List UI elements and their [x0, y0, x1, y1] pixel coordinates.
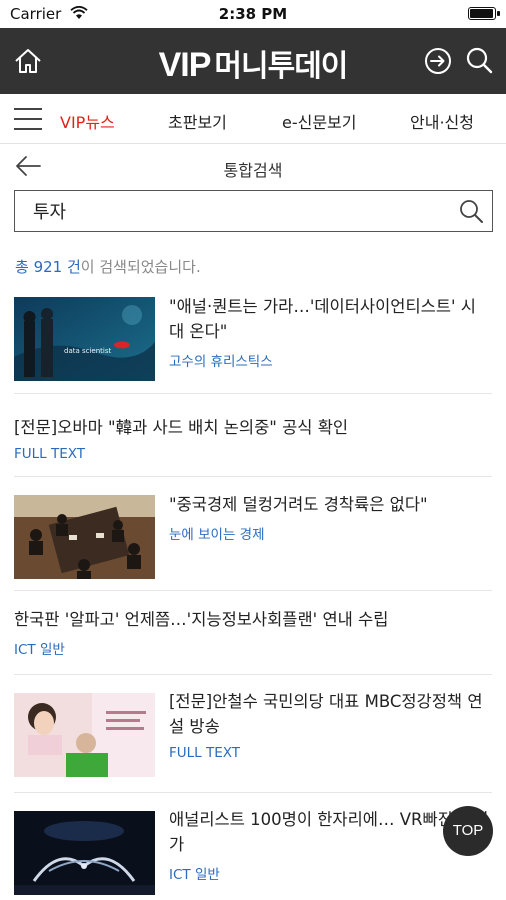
- scroll-to-top-button[interactable]: TOP: [443, 806, 493, 856]
- search-results-list: data scientist "애널·퀀트는 가라…'데이터사이언티스트' 시대…: [0, 286, 506, 900]
- article-headline[interactable]: [전문]안철수 국민의당 대표 MBC정강정책 연설 방송: [169, 689, 491, 739]
- result-count-suffix: 이 검색되었습니다.: [80, 258, 201, 276]
- article-thumbnail: [14, 811, 155, 895]
- list-item[interactable]: 한국판 '알파고' 언제쯤…'지능정보사회플랜' 연내 수립 ICT 일반: [14, 591, 492, 675]
- list-item[interactable]: data scientist "애널·퀀트는 가라…'데이터사이언티스트' 시대…: [14, 286, 492, 394]
- nav-bar: VIP뉴스 초판보기 e-신문보기 안내·신청: [0, 94, 506, 144]
- tab-vip-news[interactable]: VIP뉴스: [60, 109, 115, 133]
- article-thumbnail: [14, 693, 155, 777]
- thumb-caption: data scientist: [64, 347, 112, 355]
- article-section[interactable]: 눈에 보이는 경제: [169, 523, 491, 543]
- tab-first-edition[interactable]: 초판보기: [168, 109, 227, 133]
- article-headline[interactable]: "중국경제 덜컹거려도 경착륙은 없다": [169, 492, 491, 517]
- tab-info-subscribe[interactable]: 안내·신청: [410, 109, 474, 133]
- hamburger-menu-icon[interactable]: [14, 108, 42, 130]
- article-section[interactable]: ICT 일반: [169, 863, 491, 883]
- article-section[interactable]: ICT 일반: [14, 638, 492, 658]
- article-section[interactable]: FULL TEXT: [14, 446, 492, 462]
- login-icon[interactable]: [423, 46, 453, 76]
- article-headline[interactable]: "애널·퀀트는 가라…'데이터사이언티스트' 시대 온다": [169, 294, 491, 344]
- search-input[interactable]: [33, 197, 453, 225]
- clock: 2:38 PM: [218, 5, 288, 23]
- logo-korean: 머니투데이: [214, 49, 348, 84]
- search-box: [14, 190, 493, 232]
- app-header: VIP 머니투데이: [0, 28, 506, 94]
- battery-icon: [468, 7, 500, 20]
- tab-e-newspaper[interactable]: e-신문보기: [282, 109, 357, 133]
- list-item[interactable]: 애널리스트 100명이 한자리에… VR빠진 증권가 ICT 일반: [14, 793, 492, 900]
- article-thumbnail: [14, 495, 155, 579]
- search-icon[interactable]: [464, 45, 494, 75]
- list-item[interactable]: [전문]안철수 국민의당 대표 MBC정강정책 연설 방송 FULL TEXT: [14, 675, 492, 793]
- page-title: 통합검색: [223, 161, 283, 180]
- logo-vip: VIP: [158, 46, 212, 84]
- list-item[interactable]: [전문]오바마 "韓과 사드 배치 논의중" 공식 확인 FULL TEXT: [14, 394, 492, 477]
- article-headline[interactable]: 한국판 '알파고' 언제쯤…'지능정보사회플랜' 연내 수립: [14, 607, 492, 632]
- article-section[interactable]: FULL TEXT: [169, 745, 491, 761]
- article-section[interactable]: 고수의 휴리스틱스: [169, 350, 491, 370]
- search-submit-icon[interactable]: [458, 198, 484, 224]
- status-bar: Carrier 2:38 PM: [0, 0, 506, 28]
- article-headline[interactable]: [전문]오바마 "韓과 사드 배치 논의중" 공식 확인: [14, 415, 492, 440]
- list-item[interactable]: "중국경제 덜컹거려도 경착륙은 없다" 눈에 보이는 경제: [14, 477, 492, 591]
- article-thumbnail: data scientist: [14, 297, 155, 381]
- search-header: 통합검색: [0, 145, 506, 189]
- result-count: 총 921 건이 검색되었습니다.: [15, 256, 201, 277]
- result-count-number: 총 921 건: [15, 258, 81, 276]
